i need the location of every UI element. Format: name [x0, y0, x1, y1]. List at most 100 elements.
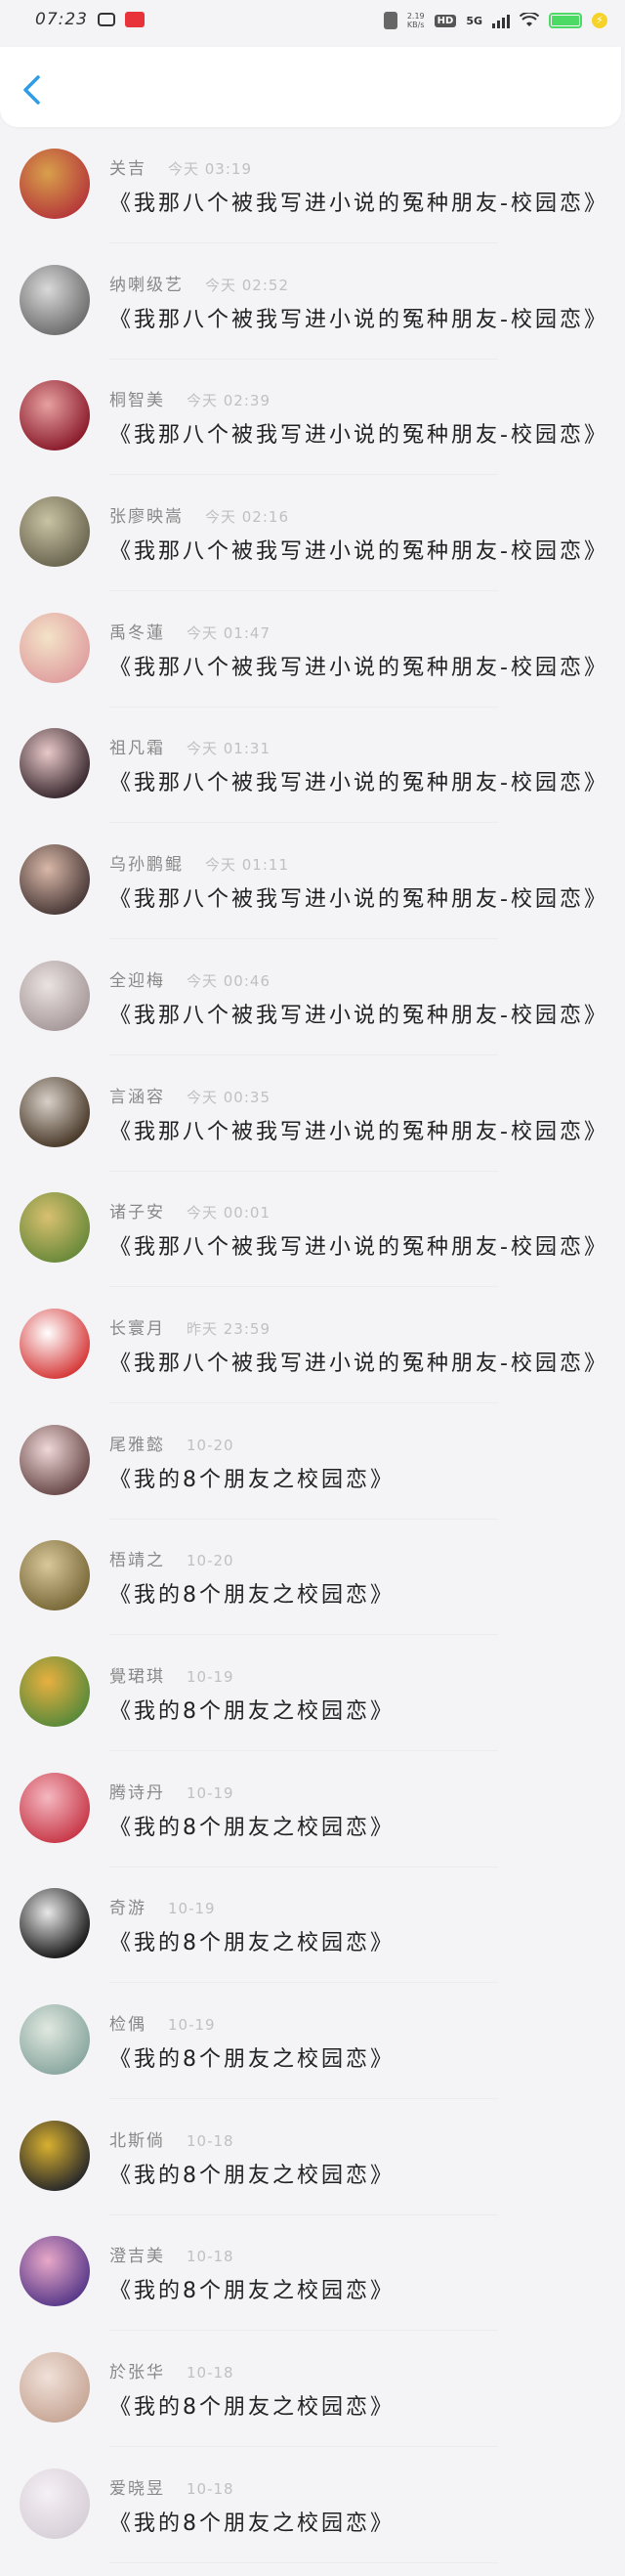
avatar[interactable] — [20, 2004, 90, 2075]
user-name[interactable]: 覺珺琪 — [109, 1662, 165, 1687]
divider — [109, 938, 498, 940]
avatar[interactable] — [20, 1308, 90, 1379]
user-name[interactable]: 北斯倘 — [109, 2126, 165, 2151]
list-item[interactable]: 爱晓昱 10-18 《我的8个朋友之校园恋》 — [0, 2459, 625, 2575]
avatar[interactable] — [20, 1424, 90, 1495]
story-title[interactable]: 《我的8个朋友之校园恋》 — [109, 2158, 395, 2189]
story-title[interactable]: 《我那八个被我写进小说的冤种朋友-校园恋》 — [109, 534, 608, 565]
avatar[interactable] — [20, 2236, 90, 2307]
story-title[interactable]: 《我那八个被我写进小说的冤种朋友-校园恋》 — [109, 186, 608, 217]
user-name[interactable]: 关吉 — [109, 154, 146, 179]
item-meta: 关吉 今天 03:19 — [109, 154, 252, 179]
user-name[interactable]: 尾雅懿 — [109, 1431, 165, 1455]
avatar[interactable] — [20, 496, 90, 568]
user-name[interactable]: 禹冬蓮 — [109, 619, 165, 643]
user-name[interactable]: 长寰月 — [109, 1314, 165, 1339]
item-meta: 言涵容 今天 00:35 — [109, 1083, 271, 1107]
avatar[interactable] — [20, 2120, 90, 2191]
list-item[interactable]: 检偶 10-19 《我的8个朋友之校园恋》 — [0, 1995, 625, 2111]
story-title[interactable]: 《我那八个被我写进小说的冤种朋友-校园恋》 — [109, 881, 608, 913]
list-item[interactable]: 禹冬蓮 今天 01:47 《我那八个被我写进小说的冤种朋友-校园恋》 — [0, 603, 625, 719]
list-item[interactable]: 言涵容 今天 00:35 《我那八个被我写进小说的冤种朋友-校园恋》 — [0, 1067, 625, 1183]
vibrate-icon — [383, 12, 397, 29]
story-title[interactable]: 《我那八个被我写进小说的冤种朋友-校园恋》 — [109, 1346, 608, 1377]
timestamp: 10-19 — [168, 2016, 216, 2034]
avatar[interactable] — [20, 149, 90, 219]
list-item[interactable]: 长寰月 昨天 23:59 《我那八个被我写进小说的冤种朋友-校园恋》 — [0, 1299, 625, 1415]
avatar[interactable] — [20, 1888, 90, 1959]
user-name[interactable]: 检偶 — [109, 2010, 146, 2035]
user-name[interactable]: 乌孙鹏鲲 — [109, 850, 184, 875]
user-name[interactable]: 於张华 — [109, 2358, 165, 2383]
user-name[interactable]: 澄吉美 — [109, 2242, 165, 2266]
story-title[interactable]: 《我的8个朋友之校园恋》 — [109, 2506, 395, 2537]
story-title[interactable]: 《我的8个朋友之校园恋》 — [109, 1810, 395, 1841]
list-item[interactable]: 全迎梅 今天 00:46 《我那八个被我写进小说的冤种朋友-校园恋》 — [0, 951, 625, 1067]
user-name[interactable]: 言涵容 — [109, 1083, 165, 1107]
story-title[interactable]: 《我那八个被我写进小说的冤种朋友-校园恋》 — [109, 650, 608, 681]
avatar[interactable] — [20, 2352, 90, 2424]
story-title[interactable]: 《我那八个被我写进小说的冤种朋友-校园恋》 — [109, 1229, 608, 1261]
list-item[interactable]: 梧靖之 10-20 《我的8个朋友之校园恋》 — [0, 1530, 625, 1647]
story-title[interactable]: 《我那八个被我写进小说的冤种朋友-校园恋》 — [109, 302, 608, 333]
item-meta: 张廖映嵩 今天 02:16 — [109, 502, 289, 527]
status-bar: 07:23 2.19 KB/s HD 5G ⚡ — [0, 0, 625, 45]
user-name[interactable]: 纳喇级艺 — [109, 271, 184, 295]
timestamp: 今天 02:39 — [187, 392, 271, 410]
divider — [109, 1866, 498, 1868]
avatar[interactable] — [20, 380, 90, 451]
avatar[interactable] — [20, 1076, 90, 1147]
avatar[interactable] — [20, 960, 90, 1031]
story-title[interactable]: 《我那八个被我写进小说的冤种朋友-校园恋》 — [109, 998, 608, 1029]
story-title[interactable]: 《我的8个朋友之校园恋》 — [109, 2041, 395, 2073]
avatar[interactable] — [20, 1540, 90, 1611]
timestamp: 今天 00:46 — [187, 971, 271, 990]
story-title[interactable]: 《我的8个朋友之校园恋》 — [109, 2273, 395, 2304]
user-name[interactable]: 奇游 — [109, 1894, 146, 1918]
timestamp: 10-18 — [187, 2479, 234, 2498]
notification-app-icon-red — [125, 12, 145, 27]
user-name[interactable]: 桐智美 — [109, 386, 165, 410]
user-name[interactable]: 爱晓昱 — [109, 2474, 165, 2499]
list-item[interactable]: 北斯倘 10-18 《我的8个朋友之校园恋》 — [0, 2111, 625, 2227]
story-title[interactable]: 《我的8个朋友之校园恋》 — [109, 1577, 395, 1609]
divider — [109, 2561, 498, 2563]
divider — [109, 242, 498, 243]
avatar[interactable] — [20, 1655, 90, 1727]
avatar[interactable] — [20, 1192, 90, 1264]
story-title[interactable]: 《我的8个朋友之校园恋》 — [109, 1925, 395, 1956]
user-name[interactable]: 梧靖之 — [109, 1546, 165, 1570]
list-item[interactable]: 关吉 今天 03:19 《我那八个被我写进小说的冤种朋友-校园恋》 — [0, 139, 625, 255]
list-item[interactable]: 腾诗丹 10-19 《我的8个朋友之校园恋》 — [0, 1763, 625, 1879]
list-item[interactable]: 於张华 10-18 《我的8个朋友之校园恋》 — [0, 2342, 625, 2459]
list-item[interactable]: 诸子安 今天 00:01 《我那八个被我写进小说的冤种朋友-校园恋》 — [0, 1182, 625, 1299]
user-name[interactable]: 张廖映嵩 — [109, 502, 184, 527]
story-title[interactable]: 《我的8个朋友之校园恋》 — [109, 1462, 395, 1493]
avatar[interactable] — [20, 728, 90, 799]
user-name[interactable]: 诸子安 — [109, 1198, 165, 1223]
list-item[interactable]: 纳喇级艺 今天 02:52 《我那八个被我写进小说的冤种朋友-校园恋》 — [0, 255, 625, 371]
avatar[interactable] — [20, 2468, 90, 2539]
story-title[interactable]: 《我那八个被我写进小说的冤种朋友-校园恋》 — [109, 765, 608, 796]
avatar[interactable] — [20, 264, 90, 335]
story-title[interactable]: 《我的8个朋友之校园恋》 — [109, 1694, 395, 1725]
list-item[interactable]: 祖凡霜 今天 01:31 《我那八个被我写进小说的冤种朋友-校园恋》 — [0, 718, 625, 835]
avatar[interactable] — [20, 612, 90, 683]
timestamp: 10-18 — [187, 2131, 234, 2150]
list-item[interactable]: 澄吉美 10-18 《我的8个朋友之校园恋》 — [0, 2226, 625, 2342]
user-name[interactable]: 腾诗丹 — [109, 1779, 165, 1803]
avatar[interactable] — [20, 844, 90, 916]
list-item[interactable]: 尾雅懿 10-20 《我的8个朋友之校园恋》 — [0, 1415, 625, 1531]
list-item[interactable]: 奇游 10-19 《我的8个朋友之校园恋》 — [0, 1878, 625, 1995]
list-item[interactable]: 张廖映嵩 今天 02:16 《我那八个被我写进小说的冤种朋友-校园恋》 — [0, 487, 625, 603]
avatar[interactable] — [20, 1772, 90, 1843]
list-item[interactable]: 桐智美 今天 02:39 《我那八个被我写进小说的冤种朋友-校园恋》 — [0, 370, 625, 487]
story-title[interactable]: 《我那八个被我写进小说的冤种朋友-校园恋》 — [109, 417, 608, 449]
user-name[interactable]: 祖凡霜 — [109, 734, 165, 758]
story-title[interactable]: 《我的8个朋友之校园恋》 — [109, 2389, 395, 2421]
chevron-left-icon[interactable] — [20, 74, 45, 106]
list-item[interactable]: 覺珺琪 10-19 《我的8个朋友之校园恋》 — [0, 1647, 625, 1763]
story-title[interactable]: 《我那八个被我写进小说的冤种朋友-校园恋》 — [109, 1114, 608, 1145]
list-item[interactable]: 乌孙鹏鲲 今天 01:11 《我那八个被我写进小说的冤种朋友-校园恋》 — [0, 835, 625, 951]
user-name[interactable]: 全迎梅 — [109, 966, 165, 991]
